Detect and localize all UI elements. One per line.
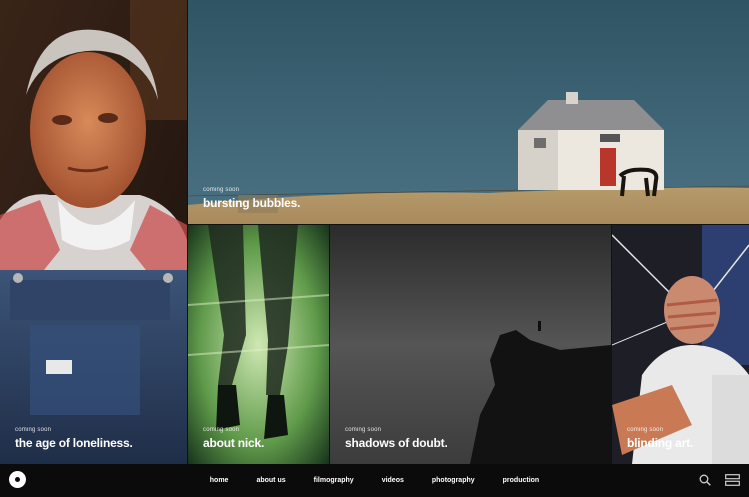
tile-title[interactable]: blinding art. <box>627 436 693 450</box>
tile-caption: coming soon the age of loneliness. <box>15 427 133 450</box>
coming-soon-label: coming soon <box>203 187 240 193</box>
tile-title[interactable]: about nick. <box>203 436 264 450</box>
tile-caption: coming soon shadows of doubt. <box>345 427 448 450</box>
tile-bursting-bubbles[interactable]: coming soon bursting bubbles. <box>188 0 749 224</box>
search-icon[interactable] <box>699 474 711 486</box>
tile-caption: coming soon blinding art. <box>627 427 693 450</box>
coming-soon-label: coming soon <box>15 427 52 433</box>
tile-about-nick[interactable]: coming soon about nick. <box>188 225 329 464</box>
nav-production[interactable]: production <box>503 477 540 484</box>
coming-soon-label: coming soon <box>203 427 240 433</box>
main-menu: home about us filmography videos photogr… <box>0 464 749 497</box>
tile-shadows-of-doubt[interactable]: coming soon shadows of doubt. <box>330 225 611 464</box>
bottom-navbar: home about us filmography videos photogr… <box>0 464 749 497</box>
coming-soon-label: coming soon <box>345 427 382 433</box>
nav-videos[interactable]: videos <box>382 477 404 484</box>
nav-home[interactable]: home <box>210 477 229 484</box>
old-man-portrait-image <box>0 0 187 464</box>
hamburger-menu-icon[interactable] <box>725 474 740 486</box>
nav-filmography[interactable]: filmography <box>314 477 354 484</box>
nav-photography[interactable]: photography <box>432 477 475 484</box>
nav-about-us[interactable]: about us <box>256 477 285 484</box>
tile-title[interactable]: shadows of doubt. <box>345 436 448 450</box>
tile-blinding-art[interactable]: coming soon blinding art. <box>612 225 749 464</box>
tile-the-age-of-loneliness[interactable]: coming soon the age of loneliness. <box>0 0 187 464</box>
coming-soon-label: coming soon <box>627 427 664 433</box>
tile-title[interactable]: bursting bubbles. <box>203 196 300 210</box>
tile-caption: coming soon about nick. <box>203 427 264 450</box>
tile-title[interactable]: the age of loneliness. <box>15 436 133 450</box>
tile-caption: coming soon bursting bubbles. <box>203 187 300 210</box>
